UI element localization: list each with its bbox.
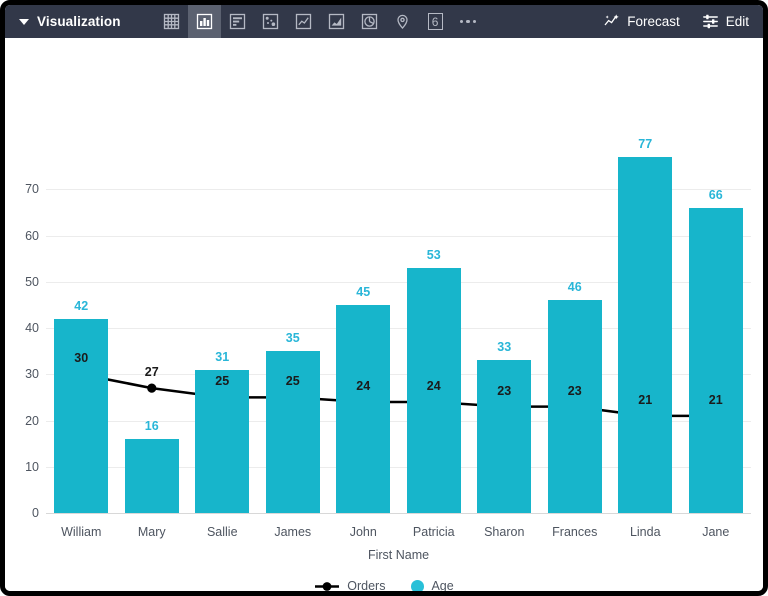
x-axis-tick-label: James: [274, 525, 311, 539]
y-axis-tick-label: 10: [5, 460, 39, 474]
single-value-icon: 6: [428, 13, 443, 30]
map-view-button[interactable]: [386, 5, 419, 38]
forecast-button[interactable]: Forecast: [603, 13, 680, 30]
x-axis-tick-label: Sharon: [484, 525, 524, 539]
area-chart-view-button[interactable]: [320, 5, 353, 38]
line-value-label: 24: [356, 379, 370, 393]
forecast-label: Forecast: [627, 14, 680, 29]
chart-canvas: Orders Age 0 10 20 30 40 50 60 70 42 16 31 35 45 53 33 4…: [5, 38, 763, 591]
bar-value-label: 77: [638, 137, 652, 151]
forecast-sparkline-icon: [603, 13, 620, 30]
axis-baseline: [46, 513, 751, 514]
bar[interactable]: [195, 370, 249, 513]
line-value-label: 21: [638, 393, 652, 407]
area-chart-icon: [328, 13, 345, 30]
line-value-label: 24: [427, 379, 441, 393]
horizontal-bar-chart-icon: [229, 13, 246, 30]
visualization-type-group: 6: [155, 5, 485, 38]
y-axis-tick-label: 40: [5, 321, 39, 335]
legend-line-marker-icon: [314, 580, 340, 593]
visualization-panel: Visualization: [0, 0, 768, 596]
map-pin-icon: [394, 13, 411, 30]
sliders-icon: [702, 13, 719, 30]
y-axis-tick-label: 50: [5, 275, 39, 289]
x-axis-title: First Name: [368, 548, 429, 562]
line-point-marker[interactable]: [147, 384, 156, 393]
bar-value-label: 53: [427, 248, 441, 262]
bar-value-label: 31: [215, 350, 229, 364]
ellipsis-icon: [460, 20, 476, 23]
toolbar-actions: Forecast Edit: [603, 5, 763, 38]
line-value-label: 23: [568, 384, 582, 398]
y-axis-tick-label: 0: [5, 506, 39, 520]
x-axis-tick-label: Frances: [552, 525, 597, 539]
bar-value-label: 42: [74, 299, 88, 313]
x-axis-tick-label: Jane: [702, 525, 729, 539]
chart-legend: Orders Age: [5, 579, 763, 593]
line-value-label: 25: [286, 374, 300, 388]
legend-item[interactable]: Orders: [314, 579, 385, 593]
caret-down-icon: [19, 19, 29, 25]
visualization-menu-button[interactable]: Visualization: [5, 5, 133, 38]
legend-label: Orders: [347, 579, 385, 593]
line-value-label: 30: [74, 351, 88, 365]
bar[interactable]: [618, 157, 672, 513]
bar-chart-view-button[interactable]: [221, 5, 254, 38]
bar[interactable]: [54, 319, 108, 513]
line-value-label: 23: [497, 384, 511, 398]
line-value-label: 27: [145, 365, 159, 379]
bar-value-label: 46: [568, 280, 582, 294]
bar-value-label: 35: [286, 331, 300, 345]
visualization-menu-label: Visualization: [37, 14, 121, 29]
bar[interactable]: [689, 208, 743, 513]
edit-button[interactable]: Edit: [702, 13, 749, 30]
y-axis-tick-label: 60: [5, 229, 39, 243]
x-axis-tick-label: Linda: [630, 525, 661, 539]
bar[interactable]: [125, 439, 179, 513]
x-axis-tick-label: Sallie: [207, 525, 238, 539]
line-chart-icon: [295, 13, 312, 30]
bar-chart-icon: [196, 13, 213, 30]
bar[interactable]: [548, 300, 602, 513]
y-axis-tick-label: 70: [5, 182, 39, 196]
x-axis-tick-label: William: [61, 525, 101, 539]
line-value-label: 21: [709, 393, 723, 407]
scatter-plot-icon: [262, 13, 279, 30]
single-value-view-button[interactable]: 6: [419, 5, 452, 38]
x-axis-tick-label: Patricia: [413, 525, 455, 539]
visualization-toolbar: Visualization: [5, 5, 763, 38]
line-value-label: 25: [215, 374, 229, 388]
more-visualizations-button[interactable]: [452, 5, 485, 38]
x-axis-tick-label: Mary: [138, 525, 166, 539]
edit-label: Edit: [726, 14, 749, 29]
bar-value-label: 16: [145, 419, 159, 433]
bar[interactable]: [336, 305, 390, 513]
y-axis-tick-label: 20: [5, 414, 39, 428]
table-view-button[interactable]: [155, 5, 188, 38]
column-chart-view-button[interactable]: [188, 5, 221, 38]
scatter-view-button[interactable]: [254, 5, 287, 38]
bar-value-label: 66: [709, 188, 723, 202]
line-chart-view-button[interactable]: [287, 5, 320, 38]
table-icon: [163, 13, 180, 30]
bar-value-label: 33: [497, 340, 511, 354]
pie-chart-view-button[interactable]: [353, 5, 386, 38]
x-axis-tick-label: John: [350, 525, 377, 539]
pie-chart-icon: [361, 13, 378, 30]
legend-label: Age: [431, 579, 453, 593]
legend-item[interactable]: Age: [411, 579, 453, 593]
y-axis-tick-label: 30: [5, 367, 39, 381]
bar-value-label: 45: [356, 285, 370, 299]
legend-dot-icon: [411, 580, 424, 593]
